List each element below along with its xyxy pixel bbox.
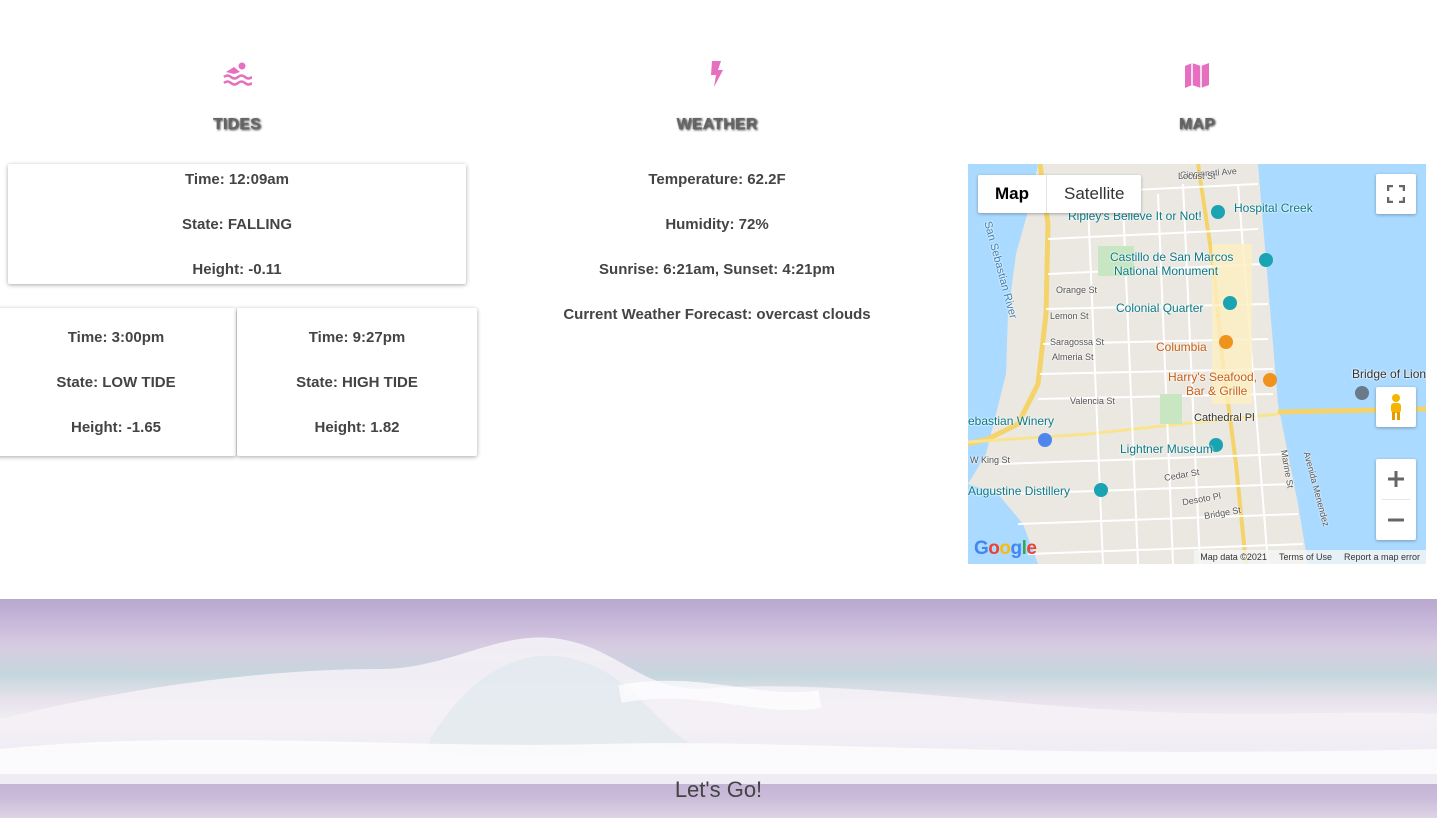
tide-time: Time: 3:00pm — [67, 329, 165, 346]
map-title: MAP — [1178, 116, 1216, 133]
weather-header: WEATHER — [567, 54, 867, 134]
tide-card-current: Time: 12:09am State: FALLING Height: -0.… — [8, 164, 466, 284]
zoom-in-button[interactable] — [1382, 459, 1410, 500]
wave-banner: Let's Go! — [0, 599, 1437, 818]
place-cathedral: Cathedral Pl — [1194, 412, 1255, 424]
weather-sun-times: Sunrise: 6:21am, Sunset: 4:21pm — [599, 261, 835, 278]
street-view-button[interactable] — [1376, 387, 1416, 427]
weather-temperature: Temperature: 62.2F — [648, 171, 786, 188]
tides-title: TIDES — [212, 116, 262, 133]
map-footer: Map data ©2021 Terms of Use Report a map… — [1194, 550, 1426, 564]
tide-height: Height: 1.82 — [314, 419, 400, 436]
weather-title: WEATHER — [676, 116, 758, 133]
swimmer-icon — [223, 62, 252, 86]
tide-time: Time: 12:09am — [185, 171, 289, 188]
street-label: Lemon St — [1050, 311, 1089, 321]
map-data-attribution: Map data ©2021 — [1200, 552, 1267, 562]
zoom-control — [1376, 459, 1416, 540]
place-columbia: Columbia — [1156, 340, 1207, 354]
street-label: Orange St — [1056, 285, 1098, 295]
place-colonial: Colonial Quarter — [1116, 301, 1204, 315]
fullscreen-button[interactable] — [1376, 174, 1416, 214]
place-castillo-2: National Monument — [1114, 264, 1219, 278]
map-type-control: Map Satellite — [978, 175, 1142, 213]
place-harrys: Harry's Seafood, — [1168, 370, 1257, 384]
bolt-icon — [711, 61, 723, 87]
google-logo[interactable]: Google — [974, 538, 1037, 560]
tides-header: TIDES — [87, 54, 387, 134]
plus-icon — [1388, 471, 1404, 487]
weather-humidity: Humidity: 72% — [665, 216, 769, 233]
tide-state: State: HIGH TIDE — [296, 374, 418, 391]
place-castillo: Castillo de San Marcos — [1110, 250, 1234, 264]
fullscreen-icon — [1387, 185, 1405, 203]
place-harrys-2: Bar & Grille — [1186, 384, 1248, 398]
tide-card-low: Time: 3:00pm State: LOW TIDE Height: -1.… — [0, 308, 236, 456]
pegman-icon — [1391, 394, 1401, 420]
tide-height: Height: -1.65 — [70, 419, 161, 436]
tide-time: Time: 9:27pm — [308, 329, 406, 346]
place-hospital-creek: Hospital Creek — [1234, 201, 1313, 215]
street-label: Valencia St — [1070, 396, 1115, 406]
street-label: Saragossa St — [1050, 337, 1105, 347]
place-distillery: Augustine Distillery — [968, 484, 1071, 498]
map-icon — [1185, 63, 1209, 88]
terms-of-use-link[interactable]: Terms of Use — [1279, 550, 1332, 564]
street-label: W King St — [970, 455, 1011, 465]
minus-icon — [1388, 518, 1404, 522]
map-header: MAP — [1047, 54, 1347, 134]
lets-go-button[interactable]: Let's Go! — [0, 777, 1437, 803]
street-label: Locust St — [1178, 171, 1216, 181]
tide-height: Height: -0.11 — [192, 261, 282, 278]
tide-state: State: LOW TIDE — [56, 374, 176, 391]
tide-card-high: Time: 9:27pm State: HIGH TIDE Height: 1.… — [237, 308, 477, 456]
zoom-out-button[interactable] — [1376, 500, 1416, 540]
map-type-satellite-button[interactable]: Satellite — [1047, 175, 1141, 213]
tide-state: State: FALLING — [181, 216, 292, 233]
place-winery: ebastian Winery — [968, 414, 1055, 428]
report-map-error-link[interactable]: Report a map error — [1344, 550, 1420, 564]
google-map[interactable]: Cincinnati Ave Locust St Ripley's Believ… — [968, 164, 1426, 564]
place-lightner: Lightner Museum — [1120, 442, 1213, 456]
street-label: Almeria St — [1052, 352, 1094, 362]
place-bridge-of-lions: Bridge of Lion — [1352, 367, 1426, 381]
weather-info: Temperature: 62.2F Humidity: 72% Sunrise… — [520, 164, 914, 344]
map-type-map-button[interactable]: Map — [978, 175, 1047, 213]
weather-forecast: Current Weather Forecast: overcast cloud… — [563, 306, 871, 323]
